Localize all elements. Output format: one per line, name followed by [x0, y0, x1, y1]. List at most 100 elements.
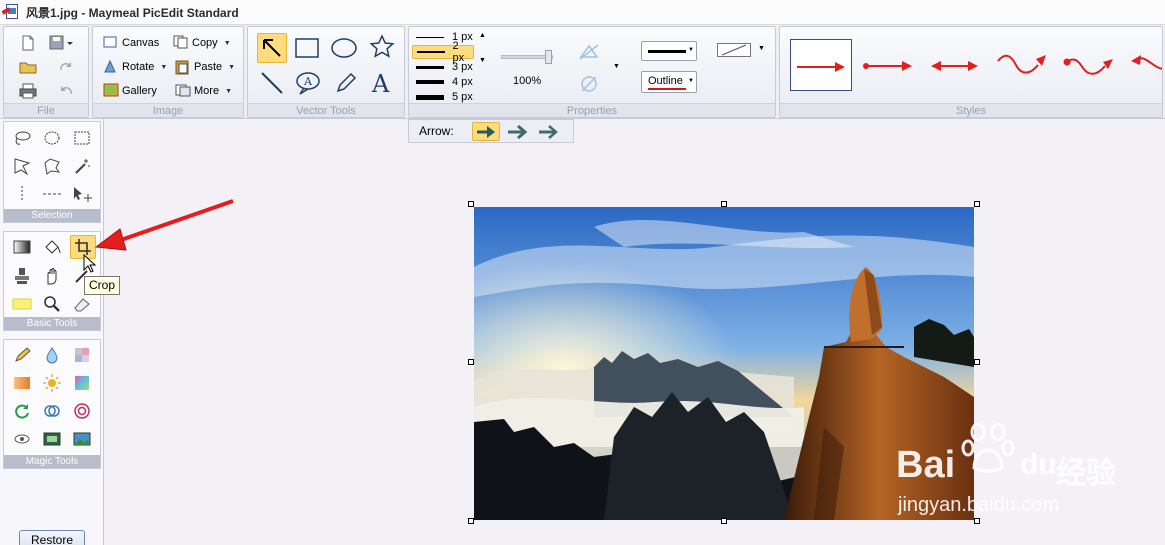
- style-dot-wave-arrow[interactable]: [1060, 47, 1116, 83]
- text-tool-icon[interactable]: A: [368, 69, 396, 97]
- gradient-tool-icon[interactable]: [10, 236, 34, 258]
- style-curved-arrow[interactable]: [1126, 47, 1162, 83]
- paste-icon: [175, 59, 191, 75]
- horizontal-line-select-icon[interactable]: [40, 183, 64, 205]
- overlap-circles-icon[interactable]: [40, 400, 64, 422]
- handle-top-middle[interactable]: [721, 201, 727, 207]
- hand-tool-icon[interactable]: [40, 265, 64, 287]
- line-width-scroll-down-icon[interactable]: ▼: [479, 57, 486, 64]
- more-icon: [175, 83, 191, 99]
- handle-middle-left[interactable]: [468, 359, 474, 365]
- app-icon[interactable]: [1, 3, 20, 21]
- handle-bottom-left[interactable]: [468, 518, 474, 524]
- selection-group: Selection: [3, 121, 101, 223]
- color-adjust-icon[interactable]: [10, 372, 34, 394]
- handle-middle-right[interactable]: [974, 359, 980, 365]
- canvas-button[interactable]: Canvas: [103, 33, 159, 53]
- outline-dropdown[interactable]: Outline ▼: [641, 71, 697, 93]
- rect-select-icon[interactable]: [70, 127, 94, 149]
- copy-dropdown-icon[interactable]: ▼: [224, 40, 231, 47]
- rotate-button[interactable]: Rotate ▼: [103, 57, 167, 77]
- pencil-tool-icon[interactable]: [332, 69, 360, 97]
- paste-button[interactable]: Paste ▼: [175, 57, 235, 77]
- ribbon: File Canvas Copy ▼ Rotate ▼ Paste ▼ Gall…: [0, 25, 1165, 119]
- image-group-label: Image: [93, 103, 243, 117]
- callout-tool-icon[interactable]: A: [294, 69, 322, 97]
- select-arrow-tool-icon[interactable]: [257, 33, 287, 63]
- style-wave-arrow[interactable]: [994, 47, 1050, 83]
- handle-top-right[interactable]: [974, 201, 980, 207]
- ellipse-select-icon[interactable]: [40, 127, 64, 149]
- landscape-effect-icon[interactable]: [70, 428, 94, 450]
- zoom-tool-icon[interactable]: [40, 293, 64, 315]
- target-circle-icon[interactable]: [70, 400, 94, 422]
- style-dot-arrow[interactable]: [860, 49, 916, 83]
- clone-stamp-icon[interactable]: [10, 265, 34, 287]
- more-button[interactable]: More ▼: [175, 81, 232, 101]
- canvas-label: Canvas: [122, 37, 160, 49]
- frame-effect-icon[interactable]: [40, 428, 64, 450]
- fill-color-icon[interactable]: [577, 41, 601, 63]
- arrow-label: Arrow:: [419, 124, 454, 138]
- arrow-style-dropdown[interactable]: ▼: [715, 41, 767, 61]
- restore-button[interactable]: Restore: [19, 530, 85, 545]
- star-tool-icon[interactable]: [368, 33, 396, 61]
- mosaic-icon[interactable]: [70, 344, 94, 366]
- highlighter-tool-icon[interactable]: [10, 293, 34, 315]
- handle-top-left[interactable]: [468, 201, 474, 207]
- line-width-2px[interactable]: 2 px: [412, 40, 474, 64]
- magic-tools-group: Magic Tools: [3, 339, 101, 469]
- blur-drop-icon[interactable]: [40, 344, 64, 366]
- line-width-list: 1 px 2 px 3 px 4 px 5 px ▲ ▼: [409, 29, 489, 105]
- save-icon[interactable]: [48, 34, 74, 52]
- print-icon[interactable]: [18, 82, 38, 100]
- rectangle-tool-icon[interactable]: [294, 35, 320, 61]
- arrow-head-solid-icon[interactable]: [472, 122, 500, 141]
- eraser-tool-icon[interactable]: [70, 293, 94, 315]
- redo-icon[interactable]: [56, 58, 76, 76]
- copy-button[interactable]: Copy ▼: [173, 33, 231, 53]
- gallery-icon: [103, 83, 119, 99]
- open-folder-icon[interactable]: [18, 58, 38, 76]
- basic-tools-group-label: Basic Tools: [4, 317, 100, 330]
- opacity-slider-thumb[interactable]: [545, 50, 552, 64]
- style-straight-arrow[interactable]: [790, 39, 852, 91]
- baidu-watermark: Bai du 经验 jingyan.baidu.com: [896, 418, 1116, 528]
- new-file-icon[interactable]: [18, 34, 38, 52]
- vertical-line-select-icon[interactable]: [10, 183, 34, 205]
- style-double-arrow[interactable]: [928, 49, 984, 83]
- magic-tools-group-label: Magic Tools: [4, 455, 100, 468]
- gallery-button[interactable]: Gallery: [103, 81, 157, 101]
- rotate-label: Rotate: [122, 61, 155, 73]
- lasso-tool-icon[interactable]: [10, 127, 34, 149]
- line-tool-icon[interactable]: [258, 69, 286, 97]
- red-eye-icon[interactable]: [10, 428, 34, 450]
- paw-logo-icon: [961, 422, 1015, 473]
- pencil-magic-icon[interactable]: [10, 344, 34, 366]
- line-style-dropdown[interactable]: ▼: [641, 41, 697, 61]
- arrow-head-thin-icon[interactable]: [534, 122, 562, 141]
- brightness-icon[interactable]: [40, 372, 64, 394]
- line-width-scroll-up-icon[interactable]: ▲: [479, 32, 486, 39]
- fill-dropdown-icon[interactable]: ▼: [613, 63, 620, 70]
- magic-wand-icon[interactable]: [70, 155, 94, 177]
- opacity-slider[interactable]: [501, 50, 553, 64]
- undo-icon[interactable]: [56, 82, 76, 100]
- more-dropdown-icon[interactable]: ▼: [225, 88, 232, 95]
- file-group-label: File: [4, 103, 88, 117]
- opacity-value: 100%: [513, 75, 542, 87]
- line-width-4px[interactable]: 4 px: [412, 75, 474, 89]
- line-width-3px[interactable]: 3 px: [412, 60, 474, 74]
- rotate-dropdown-icon[interactable]: ▼: [160, 64, 167, 71]
- magnetic-lasso-icon[interactable]: [40, 155, 64, 177]
- line-width-5px[interactable]: 5 px: [412, 90, 474, 104]
- refresh-effect-icon[interactable]: [10, 400, 34, 422]
- paste-dropdown-icon[interactable]: ▼: [228, 64, 235, 71]
- arrow-head-open-icon[interactable]: [503, 122, 531, 141]
- ellipse-tool-icon[interactable]: [330, 35, 358, 61]
- handle-bottom-middle[interactable]: [721, 518, 727, 524]
- hue-icon[interactable]: [70, 372, 94, 394]
- no-fill-icon[interactable]: [577, 73, 601, 95]
- polygon-lasso-icon[interactable]: [10, 155, 34, 177]
- paint-bucket-icon[interactable]: [40, 236, 64, 258]
